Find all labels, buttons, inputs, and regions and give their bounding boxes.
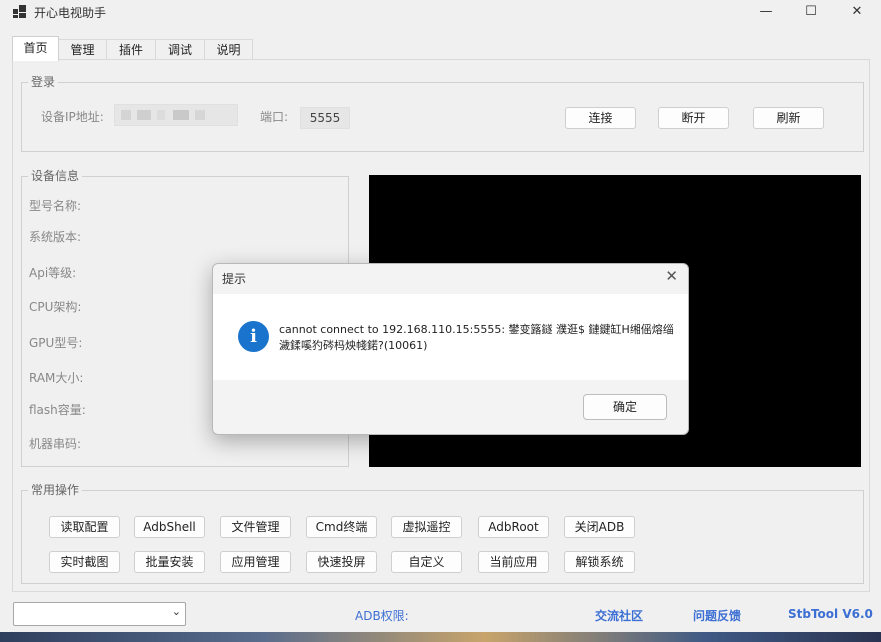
maximize-button[interactable]: ☐ (788, 0, 834, 24)
adb-permission-label: ADB权限: (355, 609, 409, 623)
device-info-title: 设备信息 (28, 168, 83, 184)
version-link[interactable]: StbTool V6.0 (788, 607, 873, 621)
dialog-message: cannot connect to 192.168.110.15:5555: 鐢… (279, 323, 674, 352)
minimize-button[interactable]: — (743, 0, 789, 24)
app-icon (13, 5, 26, 18)
port-input[interactable]: 5555 (300, 107, 350, 129)
batch-install-button[interactable]: 批量安装 (134, 551, 205, 573)
ram-size-label: RAM大小: (29, 371, 84, 385)
flash-capacity-label: flash容量: (29, 403, 86, 417)
close-icon[interactable]: ✕ (665, 267, 678, 285)
custom-button[interactable]: 自定义 (391, 551, 462, 573)
window-title: 开心电视助手 (34, 6, 107, 20)
feedback-link[interactable]: 问题反馈 (693, 607, 741, 624)
virtual-remote-button[interactable]: 虚拟遥控 (391, 516, 462, 538)
close-adb-button[interactable]: 关闭ADB (564, 516, 635, 538)
desktop-background (0, 632, 881, 642)
serial-number-label: 机器串码: (29, 437, 82, 451)
tab-help[interactable]: 说明 (204, 39, 253, 60)
dialog-body: i cannot connect to 192.168.110.15:5555:… (213, 294, 688, 380)
tab-home[interactable]: 首页 (12, 36, 59, 61)
api-level-label: Api等级: (29, 266, 77, 280)
tab-plugins[interactable]: 插件 (106, 39, 156, 60)
app-manager-button[interactable]: 应用管理 (220, 551, 291, 573)
common-ops-title: 常用操作 (28, 482, 83, 498)
title-bar: 开心电视助手 — ☐ ✕ (0, 0, 881, 24)
tab-debug[interactable]: 调试 (155, 39, 205, 60)
disconnect-button[interactable]: 断开 (658, 107, 729, 129)
status-bar: ⌄ ADB权限: 交流社区 问题反馈 StbTool V6.0 (0, 598, 881, 632)
read-config-button[interactable]: 读取配置 (49, 516, 120, 538)
dialog-title: 提示 (222, 272, 247, 286)
ip-input[interactable] (114, 104, 238, 126)
refresh-button[interactable]: 刷新 (753, 107, 824, 129)
port-label: 端口: (260, 110, 289, 124)
unlock-system-button[interactable]: 解锁系统 (564, 551, 635, 573)
chevron-down-icon: ⌄ (171, 605, 181, 618)
ok-button[interactable]: 确定 (583, 394, 667, 420)
system-version-label: 系统版本: (29, 230, 82, 244)
community-link[interactable]: 交流社区 (595, 607, 643, 624)
device-select[interactable]: ⌄ (13, 602, 186, 626)
cpu-arch-label: CPU架构: (29, 300, 82, 314)
login-group: 登录 设备IP地址: 端口: 5555 连接 断开 刷新 (21, 74, 864, 152)
adbshell-button[interactable]: AdbShell (134, 516, 205, 538)
message-dialog: 提示 ✕ i cannot connect to 192.168.110.15:… (212, 263, 689, 435)
cmd-terminal-button[interactable]: Cmd终端 (306, 516, 377, 538)
connect-button[interactable]: 连接 (565, 107, 636, 129)
login-group-title: 登录 (28, 74, 59, 90)
current-app-button[interactable]: 当前应用 (478, 551, 549, 573)
info-icon: i (238, 321, 269, 352)
common-ops-group: 常用操作 读取配置 AdbShell 文件管理 Cmd终端 虚拟遥控 AdbRo… (21, 482, 864, 584)
gpu-model-label: GPU型号: (29, 336, 83, 350)
tab-manage[interactable]: 管理 (58, 39, 107, 60)
file-manager-button[interactable]: 文件管理 (220, 516, 291, 538)
adbroot-button[interactable]: AdbRoot (478, 516, 549, 538)
ip-label: 设备IP地址: (41, 110, 104, 124)
screenshot-button[interactable]: 实时截图 (49, 551, 120, 573)
close-button[interactable]: ✕ (834, 0, 880, 24)
quick-cast-button[interactable]: 快速投屏 (306, 551, 377, 573)
model-label: 型号名称: (29, 199, 82, 213)
